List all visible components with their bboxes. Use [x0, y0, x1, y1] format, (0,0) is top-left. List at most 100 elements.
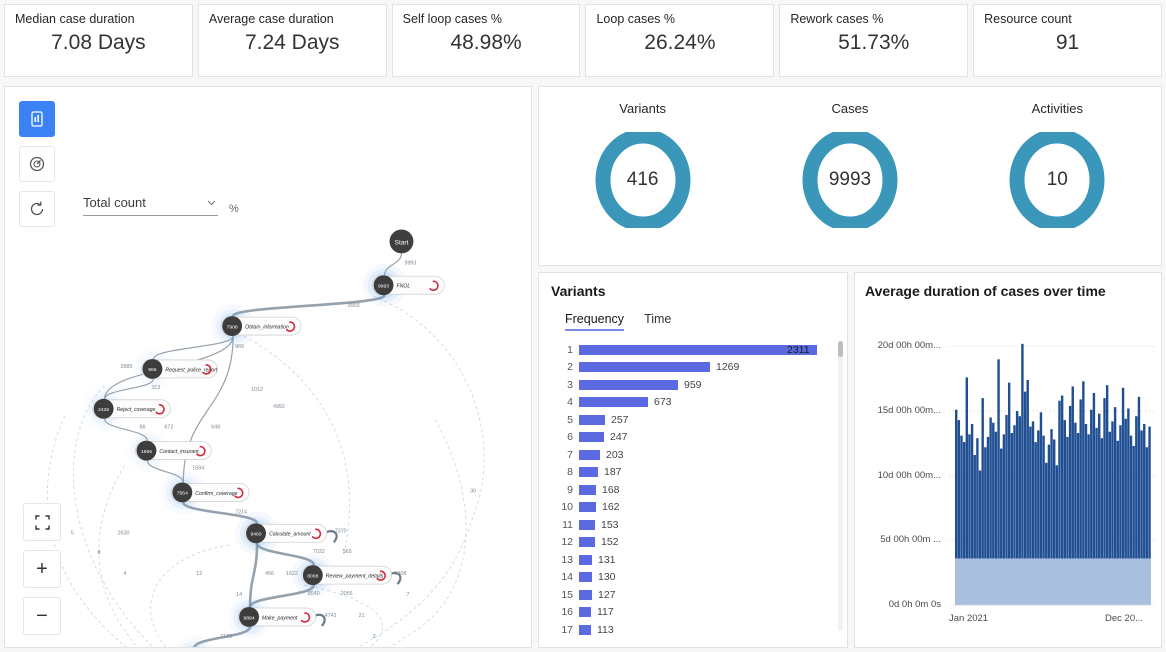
variant-value: 131 — [598, 553, 616, 566]
counter-label: Variants — [619, 101, 667, 116]
variant-row[interactable]: 11 153 — [551, 516, 833, 534]
variant-bar[interactable] — [579, 467, 598, 478]
kpi-title: Loop cases % — [596, 12, 676, 26]
kpi-value: 26.24% — [644, 31, 716, 54]
kpi-value: 51.73% — [838, 31, 910, 54]
variant-value: 247 — [610, 431, 628, 444]
variant-value: 127 — [598, 588, 616, 601]
variant-bar[interactable] — [579, 484, 596, 495]
variant-row[interactable]: 3 959 — [551, 376, 833, 394]
process-node-fnol[interactable]: 9993 FNOL — [362, 263, 445, 308]
refresh-icon — [30, 201, 44, 216]
performance-view-button[interactable] — [19, 146, 55, 182]
zoom-in-button[interactable]: + — [23, 550, 61, 588]
variant-row[interactable]: 9 168 — [551, 481, 833, 499]
edge-label: 86 — [139, 425, 145, 431]
node-count: 9460 — [251, 532, 262, 538]
variant-rank: 5 — [567, 413, 573, 426]
duration-title: Average duration of cases over time — [865, 283, 1106, 299]
zoom-out-button[interactable]: − — [23, 597, 61, 635]
process-node-close[interactable]: 9836Close_claim — [172, 635, 254, 647]
clipboard-icon — [31, 111, 43, 127]
variant-bar[interactable] — [579, 519, 595, 530]
variant-row[interactable]: 16 117 — [551, 604, 833, 622]
edge-label: 1594 — [192, 466, 204, 472]
variant-bar[interactable] — [579, 502, 596, 513]
node-label: FNOL — [396, 284, 410, 290]
edge-label: 30 — [470, 488, 476, 494]
process-node-request[interactable]: 966 Request_police_report — [132, 347, 218, 391]
variant-rank: 2 — [567, 361, 573, 374]
kpi-title: Median case duration — [15, 12, 135, 26]
edge-label: 648 — [211, 425, 220, 431]
kpi-title: Average case duration — [208, 12, 334, 26]
process-graph-panel[interactable]: Start 9993 FNOL 7908 Obtain_information 966 Re… — [4, 86, 532, 648]
variant-row[interactable]: 2 1269 — [551, 359, 833, 377]
variant-bar[interactable] — [579, 572, 592, 583]
node-count: 9894 — [244, 615, 255, 621]
kpi-card-4: Rework cases % 51.73% — [779, 4, 969, 77]
variant-bar[interactable] — [579, 414, 605, 425]
variant-value: 113 — [597, 623, 614, 636]
variant-row[interactable]: 8 187 — [551, 464, 833, 482]
variant-row[interactable]: 15 127 — [551, 586, 833, 604]
zoom-controls: + − — [23, 494, 61, 635]
variant-row[interactable]: 1 2311 — [551, 341, 833, 359]
frequency-view-button[interactable] — [19, 101, 55, 137]
variant-row[interactable]: 12 152 — [551, 534, 833, 552]
variant-row[interactable]: 6 247 — [551, 429, 833, 447]
fit-screen-button[interactable] — [23, 503, 61, 541]
process-graph-canvas[interactable]: Start9993 FNOL7908 Obtain_information966 Re… — [5, 87, 531, 647]
variant-bar[interactable] — [579, 589, 592, 600]
variants-scrollbar[interactable] — [838, 341, 843, 631]
variant-row[interactable]: 4 673 — [551, 394, 833, 412]
node-count: 9993 — [378, 284, 389, 290]
metric-select[interactable]: Total count — [83, 195, 218, 216]
variants-tab-frequency[interactable]: Frequency — [565, 312, 625, 331]
edge-label: 12 — [196, 571, 202, 577]
process-node-makepay[interactable]: 9894 Make_payment — [228, 595, 317, 639]
node-count: 966 — [148, 367, 157, 373]
edge-label: 2056 — [341, 591, 353, 597]
duration-chart: 0d 0h 0m 0s 5d 00h 00m ... 10d 00h 00m... 1… — [865, 313, 1163, 643]
refresh-view-button[interactable] — [19, 191, 55, 227]
variant-bar[interactable] — [579, 397, 648, 408]
node-count: 7564 — [177, 491, 188, 497]
variant-row[interactable]: 5 257 — [551, 411, 833, 429]
edge-label: 9993 — [404, 260, 416, 266]
variant-bar[interactable] — [579, 432, 604, 443]
variants-scrollbar-thumb[interactable] — [838, 341, 843, 357]
variant-row[interactable]: 14 130 — [551, 569, 833, 587]
variant-rank: 17 — [561, 623, 573, 636]
variant-rank: 1 — [567, 343, 573, 356]
process-node-start[interactable]: Start — [389, 229, 414, 254]
variants-list[interactable]: 1 2311 2 1269 3 959 4 673 5 257 6 247 7 203 8 187 9 168 10… — [551, 341, 847, 637]
process-node-confirm[interactable]: 7564 Confirm_coverage — [161, 470, 250, 515]
kpi-value: 7.24 Days — [244, 31, 340, 54]
variant-bar[interactable] — [579, 537, 595, 548]
variant-row[interactable]: 13 131 — [551, 551, 833, 569]
variant-bar[interactable] — [579, 344, 817, 355]
duration-ytick: 15d 00h 00m... — [877, 405, 941, 417]
node-label: Start — [395, 240, 409, 247]
variant-row[interactable]: 10 162 — [551, 499, 833, 517]
kpi-title: Self loop cases % — [402, 12, 503, 26]
variant-row[interactable]: 17 113 — [551, 621, 833, 639]
node-count: 2426 — [98, 407, 109, 413]
node-count: 8008 — [307, 573, 318, 579]
variant-bar[interactable] — [579, 607, 591, 618]
variant-bar[interactable] — [579, 449, 600, 460]
variant-bar[interactable] — [579, 379, 678, 390]
process-node-reject[interactable]: 2426 Reject_coverage — [83, 387, 171, 431]
variant-rank: 10 — [561, 501, 573, 514]
variant-value: 117 — [597, 606, 614, 619]
kpi-value: 7.08 Days — [51, 31, 146, 54]
variant-bar[interactable] — [579, 362, 710, 373]
edge-label: 7370 — [335, 528, 347, 534]
kpi-card-1: Average case duration 7.24 Days — [197, 4, 387, 77]
variant-bar[interactable] — [579, 554, 592, 565]
variant-bar[interactable] — [579, 624, 591, 635]
variants-tab-time[interactable]: Time — [644, 312, 671, 331]
variant-row[interactable]: 7 203 — [551, 446, 833, 464]
variants-panel[interactable]: Variants Frequency Time 1 2311 2 1269 3 959 4 67… — [538, 272, 848, 648]
